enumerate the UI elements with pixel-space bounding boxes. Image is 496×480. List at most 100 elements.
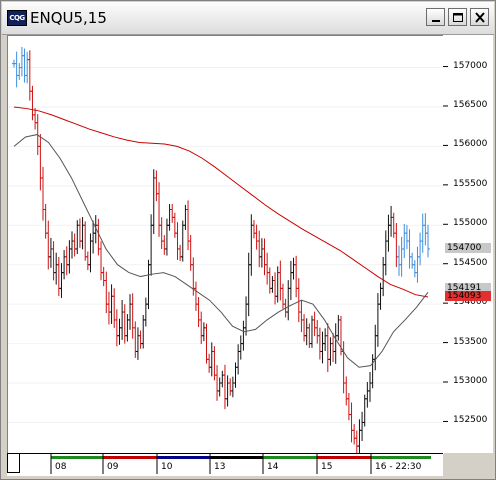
price-bar (386, 214, 391, 252)
price-bar (367, 371, 372, 402)
price-bar (254, 224, 259, 250)
price-bar (220, 370, 225, 388)
y-tick-label: 152500 (453, 415, 488, 426)
price-bar (19, 46, 24, 77)
price-bar (46, 220, 51, 270)
x-tick-label: 15 (321, 462, 333, 472)
price-bar (236, 344, 241, 375)
price-bar (299, 299, 304, 333)
x-tick-label: 14 (267, 462, 279, 472)
price-bar (114, 309, 119, 347)
price-bar (130, 293, 135, 339)
price-bar (101, 266, 106, 287)
price-bar (320, 331, 325, 364)
price-bar (302, 314, 307, 342)
price-bar (85, 251, 90, 271)
price-bar (38, 134, 43, 191)
price-bar (149, 214, 154, 276)
price-bar (56, 257, 61, 297)
price-bar (357, 419, 362, 458)
close-icon (475, 12, 485, 23)
app-logo-icon[interactable]: CQG (7, 10, 27, 26)
price-bar (286, 280, 291, 321)
price-bar (233, 362, 238, 388)
price-bar (128, 294, 133, 330)
price-bar (67, 240, 72, 274)
price-bar (143, 297, 148, 327)
price-bar (418, 232, 423, 266)
price-label: 154093 (445, 291, 491, 302)
price-bar (72, 233, 77, 257)
price-bar (262, 238, 267, 276)
session-bar (157, 456, 210, 459)
y-tick-label: 157000 (453, 60, 488, 71)
price-bar (360, 411, 365, 442)
price-bar (104, 271, 109, 314)
price-bar (265, 252, 270, 285)
y-tick-label: 156500 (453, 99, 488, 110)
price-bar (304, 318, 309, 346)
price-bar (362, 394, 367, 427)
price-bar (381, 256, 386, 297)
price-bar (22, 48, 27, 83)
y-tick-label: 153500 (453, 336, 488, 347)
title-bar[interactable]: CQG ENQU5,15 (2, 2, 494, 35)
price-bar (278, 260, 283, 301)
price-bar (167, 204, 172, 231)
x-tick-label: 16 - 22:30 (375, 462, 422, 472)
price-bar (346, 393, 351, 421)
chart-window: CQG ENQU5,15 157000 156500 156000 155500 155… (0, 0, 496, 480)
price-bar (423, 213, 428, 246)
price-bar (209, 342, 214, 377)
y-tick-label: 156000 (453, 139, 488, 150)
price-bar (267, 267, 272, 294)
price-bar (164, 218, 169, 256)
price-bar (138, 330, 143, 349)
price-bar (275, 266, 280, 303)
price-bar (396, 245, 401, 276)
price-bar (207, 353, 212, 373)
price-bar (344, 376, 349, 406)
price-bar (180, 220, 185, 262)
price-bar (17, 63, 22, 80)
price-bar (59, 263, 64, 298)
close-button[interactable] (470, 8, 489, 26)
price-bar (54, 252, 59, 285)
session-bar (263, 456, 317, 459)
price-bar (201, 322, 206, 342)
minimize-button[interactable] (426, 8, 445, 26)
maximize-icon (453, 13, 463, 22)
price-bar (120, 299, 125, 340)
price-bar (402, 224, 407, 259)
price-bar (294, 255, 299, 298)
x-tick-label: 08 (55, 462, 67, 472)
price-bar (375, 293, 380, 347)
price-bar (41, 166, 46, 221)
chart-corner-box[interactable] (7, 453, 20, 473)
price-chart (8, 46, 444, 458)
price-bar (315, 319, 320, 344)
price-bar (14, 51, 19, 88)
y-tick-label: 153000 (453, 376, 488, 387)
y-tick-label: 155500 (453, 178, 488, 189)
moving-average-fast-line (13, 134, 429, 368)
price-bar (354, 430, 359, 454)
price-bar (273, 272, 278, 305)
price-bar (199, 311, 204, 345)
price-bar (288, 260, 293, 301)
price-bar (412, 260, 417, 278)
price-bar (159, 217, 164, 250)
maximize-button[interactable] (448, 8, 467, 26)
x-tick-label: 09 (107, 462, 119, 472)
price-bar (112, 288, 117, 328)
price-bar (193, 281, 198, 311)
price-bar (325, 323, 330, 372)
price-bar (188, 235, 193, 271)
price-bar (257, 230, 262, 268)
price-bar (125, 314, 130, 342)
chart-plot-area[interactable] (7, 35, 444, 458)
price-bar (407, 229, 412, 269)
price-bar (77, 218, 82, 248)
price-bar (291, 257, 296, 280)
price-bar (157, 182, 162, 237)
